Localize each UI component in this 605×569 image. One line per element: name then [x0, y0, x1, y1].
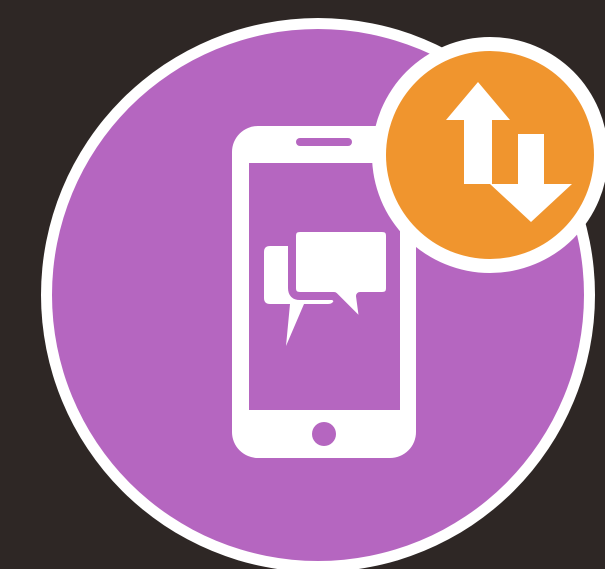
app-icon-canvas	[0, 0, 605, 569]
home-button	[312, 422, 336, 446]
sync-badge	[372, 37, 605, 273]
speaker-slot	[296, 138, 352, 146]
mobile-messaging-icon	[41, 18, 605, 569]
